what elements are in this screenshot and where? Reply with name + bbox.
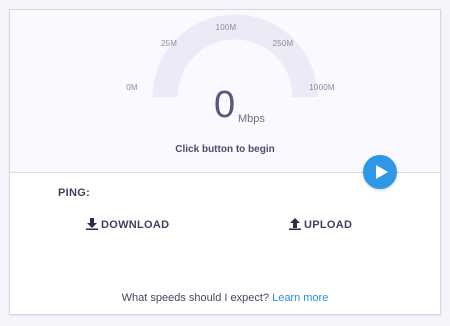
download-label: DOWNLOAD: [101, 219, 170, 231]
upload-metric: UPLOAD: [289, 218, 352, 233]
upload-icon: [289, 218, 301, 233]
begin-prompt: Click button to begin: [175, 144, 275, 155]
speed-value: 0: [214, 84, 236, 126]
gauge-tick-0m: 0M: [126, 83, 138, 92]
gauge-tick-100m: 100M: [215, 23, 237, 32]
ping-label: PING:: [58, 187, 91, 199]
download-icon: [86, 218, 98, 233]
footer: What speeds should I expect? Learn more: [10, 292, 440, 304]
start-test-button[interactable]: [363, 155, 397, 189]
gauge-tick-25m: 25M: [160, 39, 178, 48]
footer-question: What speeds should I expect?: [121, 292, 270, 304]
learn-more-link[interactable]: Learn more: [272, 292, 328, 304]
gauge-panel: 0M 25M 100M 250M 1000M 0 Mbps Click butt…: [10, 10, 440, 173]
gauge-tick-1000m: 1000M: [309, 83, 335, 92]
play-icon: [376, 165, 388, 179]
gauge-tick-250m: 250M: [272, 39, 294, 48]
speed-unit: Mbps: [238, 113, 265, 125]
upload-label: UPLOAD: [304, 219, 353, 231]
download-metric: DOWNLOAD: [86, 218, 169, 233]
speed-test-card: 0M 25M 100M 250M 1000M 0 Mbps Click butt…: [9, 9, 441, 315]
